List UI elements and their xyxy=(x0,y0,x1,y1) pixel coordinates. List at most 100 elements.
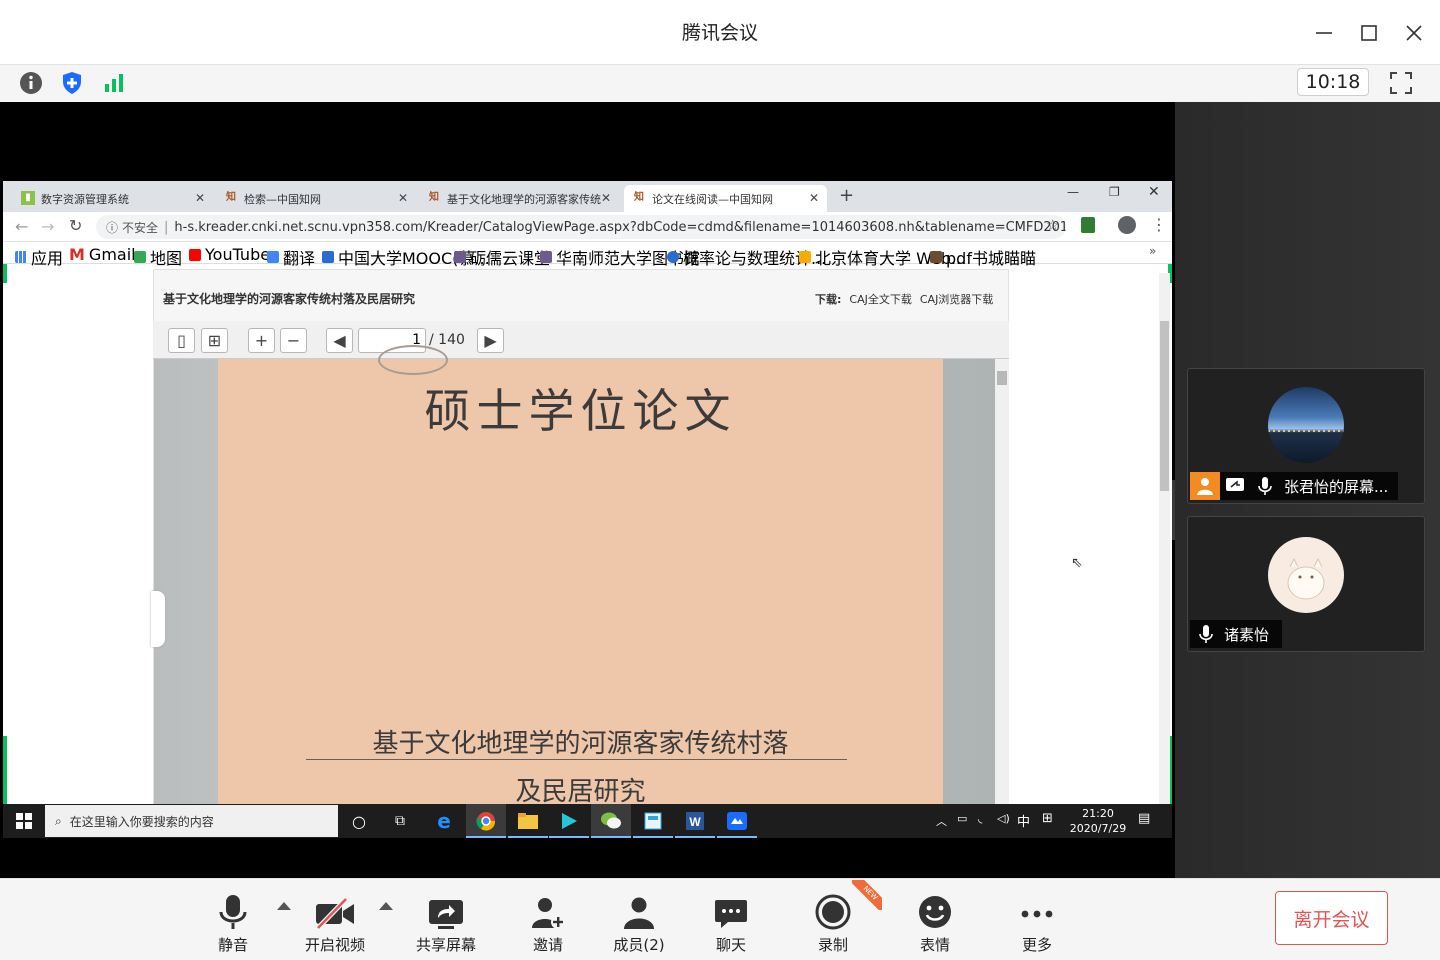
media-player-icon[interactable] xyxy=(549,804,589,838)
caj-reader-download-link[interactable]: CAJ浏览器下载 xyxy=(920,291,993,307)
university-seal xyxy=(378,345,448,375)
share-screen-button[interactable]: 共享屏幕 xyxy=(401,885,491,955)
mute-button[interactable]: 静音 xyxy=(188,885,278,955)
url-bar[interactable]: ⓘ 不安全 | h-s.kreader.cnki.net.scnu.vpn358… xyxy=(96,215,1066,239)
back-icon[interactable]: ← xyxy=(15,217,28,236)
info-icon[interactable] xyxy=(16,68,46,98)
windows-start-icon[interactable] xyxy=(4,804,44,838)
browser-tab[interactable]: ▮ 数字资源管理系统 ✕ xyxy=(13,185,213,212)
bookmark-item[interactable]: 翻译 xyxy=(267,245,315,269)
participant-name: 诸素怡 xyxy=(1224,625,1270,644)
invite-button[interactable]: 邀请 xyxy=(503,885,593,955)
word-icon[interactable]: W xyxy=(675,804,715,838)
file-explorer-icon[interactable] xyxy=(508,804,548,838)
taskbar-search[interactable]: ⌕ 在这里输入你要搜索的内容 xyxy=(45,805,338,837)
new-badge-text: NEW xyxy=(852,880,882,910)
participant-card[interactable]: 诸素怡 xyxy=(1187,516,1425,652)
ime-indicator[interactable]: 中 xyxy=(1017,811,1030,830)
new-tab-icon[interactable]: + xyxy=(839,185,854,206)
minimize-icon[interactable] xyxy=(1311,20,1337,46)
signal-icon[interactable] xyxy=(99,68,129,98)
grid-view-icon[interactable]: ⊞ xyxy=(201,328,228,353)
taskbar-time: 21:20 xyxy=(1082,807,1114,820)
video-options-caret[interactable] xyxy=(379,902,393,910)
tab-label: 检索—中国知网 xyxy=(244,192,321,206)
wechat-icon[interactable] xyxy=(591,804,631,838)
more-button[interactable]: 更多 xyxy=(992,885,1082,955)
browser-scrollbar[interactable] xyxy=(1159,273,1170,804)
browser-tab[interactable]: 知基于文化地理学的河源客家传统 ✕ xyxy=(419,185,619,212)
prev-page-icon[interactable]: ◀ xyxy=(326,328,353,353)
browser-tab[interactable]: 知检索—中国知网 ✕ xyxy=(216,185,416,212)
cortana-icon[interactable]: ○ xyxy=(339,804,379,838)
bookmark-item[interactable]: 应用 xyxy=(15,245,63,269)
sidebar-toggle[interactable] xyxy=(151,591,165,647)
chrome-icon[interactable] xyxy=(466,804,506,838)
notification-icon[interactable]: ▤ xyxy=(1138,811,1150,826)
tab-close-icon[interactable]: ✕ xyxy=(195,191,205,205)
taskbar-clock[interactable]: 21:20 2020/7/29 xyxy=(1066,806,1130,836)
members-button[interactable]: 成员(2) xyxy=(594,885,684,955)
bookmarks-overflow-icon[interactable]: » xyxy=(1149,244,1156,258)
thesis-title-line2: 及民居研究 xyxy=(515,777,646,804)
caj-download-link[interactable]: CAJ全文下载 xyxy=(849,291,911,307)
control-label: 录制 xyxy=(817,936,848,954)
emoji-button[interactable]: 表情 xyxy=(890,885,980,955)
zoom-in-icon[interactable]: + xyxy=(248,328,275,353)
tray-expand-icon[interactable]: ︿ xyxy=(936,813,947,829)
volume-icon[interactable]: ◁) xyxy=(997,812,1010,825)
tab-close-icon[interactable]: ✕ xyxy=(601,191,611,205)
page-scrollbar[interactable] xyxy=(995,359,1009,804)
edge-icon[interactable]: e xyxy=(424,804,464,838)
browser-tab-active[interactable]: 知论文在线阅读—中国知网 ✕ xyxy=(624,185,827,212)
battery-icon[interactable]: ▭ xyxy=(957,812,967,825)
thesis-title-line1: 基于文化地理学的河源客家传统村落 xyxy=(372,729,789,759)
audio-options-caret[interactable] xyxy=(277,902,291,910)
extension-icon[interactable] xyxy=(1081,217,1095,233)
forward-icon[interactable]: → xyxy=(41,217,54,236)
tab-close-icon[interactable]: ✕ xyxy=(809,191,819,205)
bookmark-item[interactable]: pdf书城瞄瞄 xyxy=(930,245,1036,269)
lock-icon xyxy=(799,251,811,263)
single-page-icon[interactable]: ▯ xyxy=(168,328,195,353)
browser-minimize-icon[interactable]: — xyxy=(1067,185,1079,199)
app-icon[interactable] xyxy=(633,804,673,838)
zoom-out-icon[interactable]: − xyxy=(280,328,307,353)
tab-close-icon[interactable]: ✕ xyxy=(398,191,408,205)
shield-icon[interactable] xyxy=(57,68,87,98)
page-total: / 140 xyxy=(429,332,465,348)
close-icon[interactable] xyxy=(1401,20,1427,46)
video-button[interactable]: 开启视频 xyxy=(290,885,380,955)
active-indicator xyxy=(466,836,506,838)
browser-close-icon[interactable]: ✕ xyxy=(1148,184,1160,200)
maximize-icon[interactable] xyxy=(1356,20,1382,46)
bookmark-label: 地图 xyxy=(150,249,183,268)
youtube-icon xyxy=(189,248,201,261)
ime-mode-icon[interactable]: ⊞ xyxy=(1042,811,1053,826)
reload-icon[interactable]: ↻ xyxy=(69,216,82,235)
participant-card[interactable]: 张君怡的屏幕... xyxy=(1187,368,1425,504)
bookmark-item[interactable]: YouTube xyxy=(189,245,270,264)
taskbar-date: 2020/7/29 xyxy=(1069,822,1127,835)
network-icon[interactable]: ◟ xyxy=(978,812,982,825)
gmail-icon: M xyxy=(69,245,85,264)
maps-icon xyxy=(134,251,146,263)
participant-name: 张君怡的屏幕... xyxy=(1284,477,1389,496)
bookmark-item[interactable]: M Gmail xyxy=(69,245,136,264)
menu-icon[interactable]: ⋮ xyxy=(1151,215,1167,234)
leave-meeting-button[interactable]: 离开会议 xyxy=(1275,891,1388,945)
bookmark-star-icon[interactable]: ☆ xyxy=(1046,216,1059,234)
next-page-icon[interactable]: ▶ xyxy=(477,328,504,353)
browser-restore-icon[interactable]: ❐ xyxy=(1109,185,1120,199)
tencent-meeting-icon[interactable] xyxy=(717,804,757,838)
chat-icon xyxy=(715,900,747,928)
chat-button[interactable]: 聊天 xyxy=(686,885,776,955)
active-indicator xyxy=(717,836,757,838)
task-view-icon[interactable]: ⧉ xyxy=(380,804,420,838)
screen-share-icon xyxy=(1220,477,1250,495)
fullscreen-icon[interactable] xyxy=(1386,68,1416,98)
tab-label: 数字资源管理系统 xyxy=(41,192,129,206)
bookmark-item[interactable]: 地图 xyxy=(134,245,182,269)
bookmark-item[interactable]: 砺儒云课堂 xyxy=(454,245,550,269)
profile-icon[interactable] xyxy=(1118,216,1136,234)
